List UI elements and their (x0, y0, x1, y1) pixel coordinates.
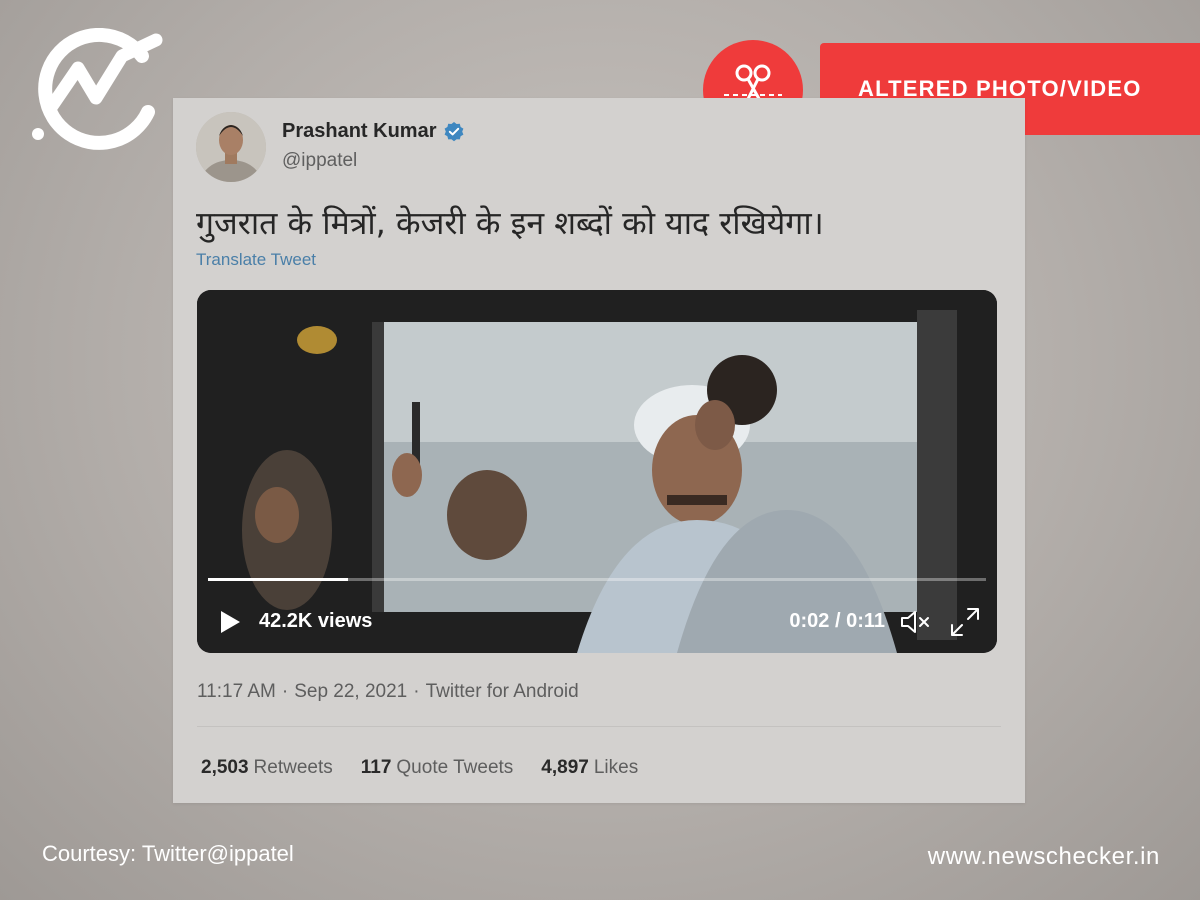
video-time: 0:02 / 0:11 (789, 610, 885, 632)
verified-badge-icon (444, 121, 463, 141)
video-frame (197, 290, 997, 653)
courtesy-text: Courtesy: Twitter@ippatel (42, 841, 294, 866)
author-handle[interactable]: @ippatel (282, 150, 357, 172)
tweet-source[interactable]: Twitter for Android (426, 681, 579, 702)
mute-icon[interactable] (899, 608, 931, 636)
tweet-meta: 11:17 AM · Sep 22, 2021 · Twitter for Androi… (197, 681, 579, 703)
video-player[interactable]: 42.2K views 0:02 / 0:11 (197, 290, 997, 653)
retweets-label: Retweets (253, 757, 333, 778)
translate-tweet-link[interactable]: Translate Tweet (196, 250, 316, 270)
tweet-time[interactable]: 11:17 AM (197, 681, 276, 702)
quote-tweets-label: Quote Tweets (396, 757, 514, 778)
divider (197, 726, 1001, 727)
likes-count: 4,897 (541, 757, 589, 778)
tweet-stats: 2,503 Retweets 117 Quote Tweets 4,897 Likes (201, 757, 638, 779)
quote-tweets-stat[interactable]: 117 Quote Tweets (361, 757, 514, 779)
view-count: 42.2K views (259, 610, 373, 632)
meta-separator: · (281, 681, 289, 702)
meta-separator: · (413, 681, 420, 702)
play-icon[interactable] (219, 610, 241, 634)
fullscreen-icon[interactable] (949, 606, 981, 638)
retweets-stat[interactable]: 2,503 Retweets (201, 757, 333, 779)
quote-tweets-count: 117 (360, 757, 392, 778)
newschecker-check-icon (32, 28, 163, 150)
tweet-text: गुजरात के मित्रों, केजरी के इन शब्दों को… (196, 204, 824, 242)
video-progress-bar[interactable] (208, 578, 986, 581)
author-name-text[interactable]: Prashant Kumar (282, 120, 437, 143)
tweet-card: Prashant Kumar @ippatel गुजरात के मित्रो… (173, 98, 1025, 803)
avatar-image (196, 112, 266, 182)
avatar[interactable] (196, 112, 266, 182)
likes-label: Likes (593, 757, 639, 778)
site-url[interactable]: www.newschecker.in (928, 843, 1160, 871)
author-name[interactable]: Prashant Kumar (282, 120, 465, 143)
retweets-count: 2,503 (201, 757, 249, 778)
likes-stat[interactable]: 4,897 Likes (541, 757, 638, 779)
tweet-date[interactable]: Sep 22, 2021 (294, 681, 407, 702)
video-progress-fill (208, 578, 349, 581)
